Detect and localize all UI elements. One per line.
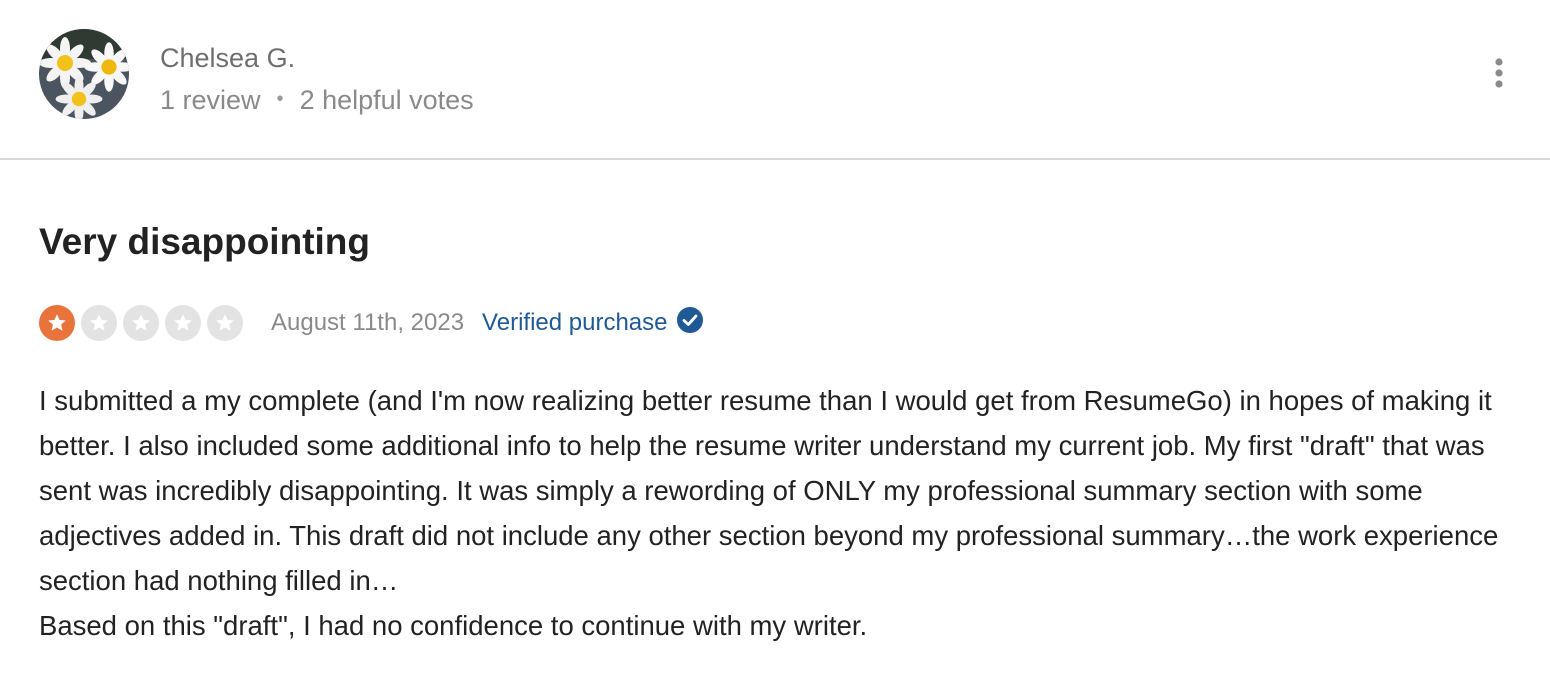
reviewer-name[interactable]: Chelsea G. xyxy=(160,42,295,74)
review-paragraph: I submitted a my complete (and I'm now r… xyxy=(39,385,1499,596)
reviewer-header: Chelsea G. 1 review • 2 helpful votes xyxy=(0,0,1550,160)
check-circle-icon xyxy=(676,306,704,341)
review-body: I submitted a my complete (and I'm now r… xyxy=(39,378,1519,648)
helpful-votes-count: 2 helpful votes xyxy=(299,85,474,115)
star-empty-icon xyxy=(207,305,243,341)
star-rating xyxy=(39,305,243,341)
meta-separator: • xyxy=(276,88,284,110)
verified-purchase-label: Verified purchase xyxy=(482,309,668,336)
review-title: Very disappointing xyxy=(39,221,370,262)
rating-row: August 11th, 2023 Verified purchase xyxy=(39,304,704,342)
more-options-button[interactable] xyxy=(1484,56,1514,92)
review-count: 1 review xyxy=(160,85,261,115)
star-filled-icon xyxy=(39,305,75,341)
star-empty-icon xyxy=(165,305,201,341)
review-date: August 11th, 2023 xyxy=(271,309,465,336)
verified-purchase-badge[interactable]: Verified purchase xyxy=(482,306,703,341)
daisy-flowers-avatar-icon xyxy=(39,29,129,119)
review-paragraph: Based on this "draft", I had no confiden… xyxy=(39,610,868,641)
star-empty-icon xyxy=(81,305,117,341)
reviewer-avatar[interactable] xyxy=(39,29,129,119)
star-empty-icon xyxy=(123,305,159,341)
more-vertical-icon xyxy=(1495,58,1503,88)
reviewer-stats: 1 review • 2 helpful votes xyxy=(160,84,474,119)
